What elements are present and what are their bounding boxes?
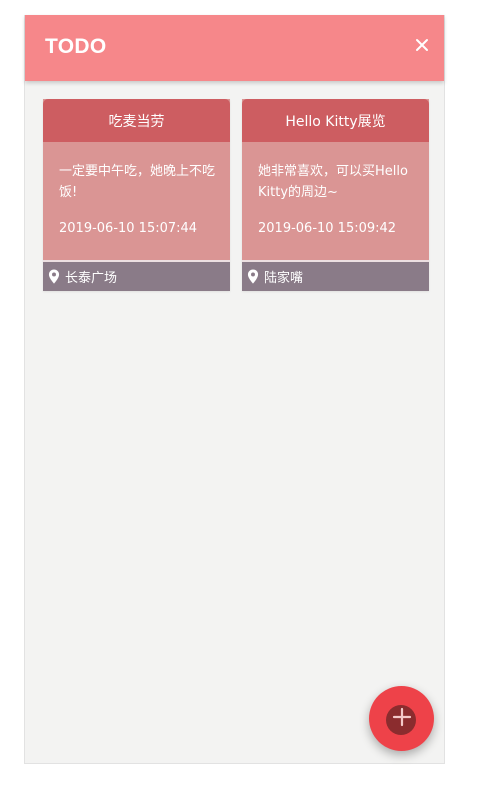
close-icon[interactable] — [414, 37, 430, 53]
location-label: 陆家嘴 — [264, 271, 304, 286]
add-todo-button[interactable] — [369, 686, 434, 751]
card-title: Hello Kitty展览 — [242, 99, 429, 142]
card-title: 吃麦当劳 — [43, 99, 230, 142]
card-description: 她非常喜欢，可以买Hello Kitty的周边~ — [258, 164, 408, 200]
card-timestamp: 2019-06-10 15:07:44 — [59, 221, 198, 236]
todo-card[interactable]: Hello Kitty展览 她非常喜欢，可以买Hello Kitty的周边~ 2… — [242, 99, 429, 291]
todo-card[interactable]: 吃麦当劳 一定要中午吃，她晚上不吃饭! 2019-06-10 15:07:44 … — [43, 99, 230, 291]
card-location: 长泰广场 — [43, 260, 230, 291]
card-location: 陆家嘴 — [242, 260, 429, 291]
card-description: 一定要中午吃，她晚上不吃饭! — [59, 164, 216, 200]
location-pin-icon — [48, 269, 60, 284]
location-label: 长泰广场 — [65, 271, 118, 286]
location-pin-icon — [247, 269, 259, 284]
app-header: TODO — [25, 15, 444, 81]
todo-app: TODO 吃麦当劳 一定要中午吃，她晚上不吃饭! 2019-06-10 15:0… — [24, 15, 445, 764]
plus-icon — [392, 707, 412, 727]
card-timestamp: 2019-06-10 15:09:42 — [258, 221, 397, 236]
app-title: TODO — [45, 35, 107, 58]
